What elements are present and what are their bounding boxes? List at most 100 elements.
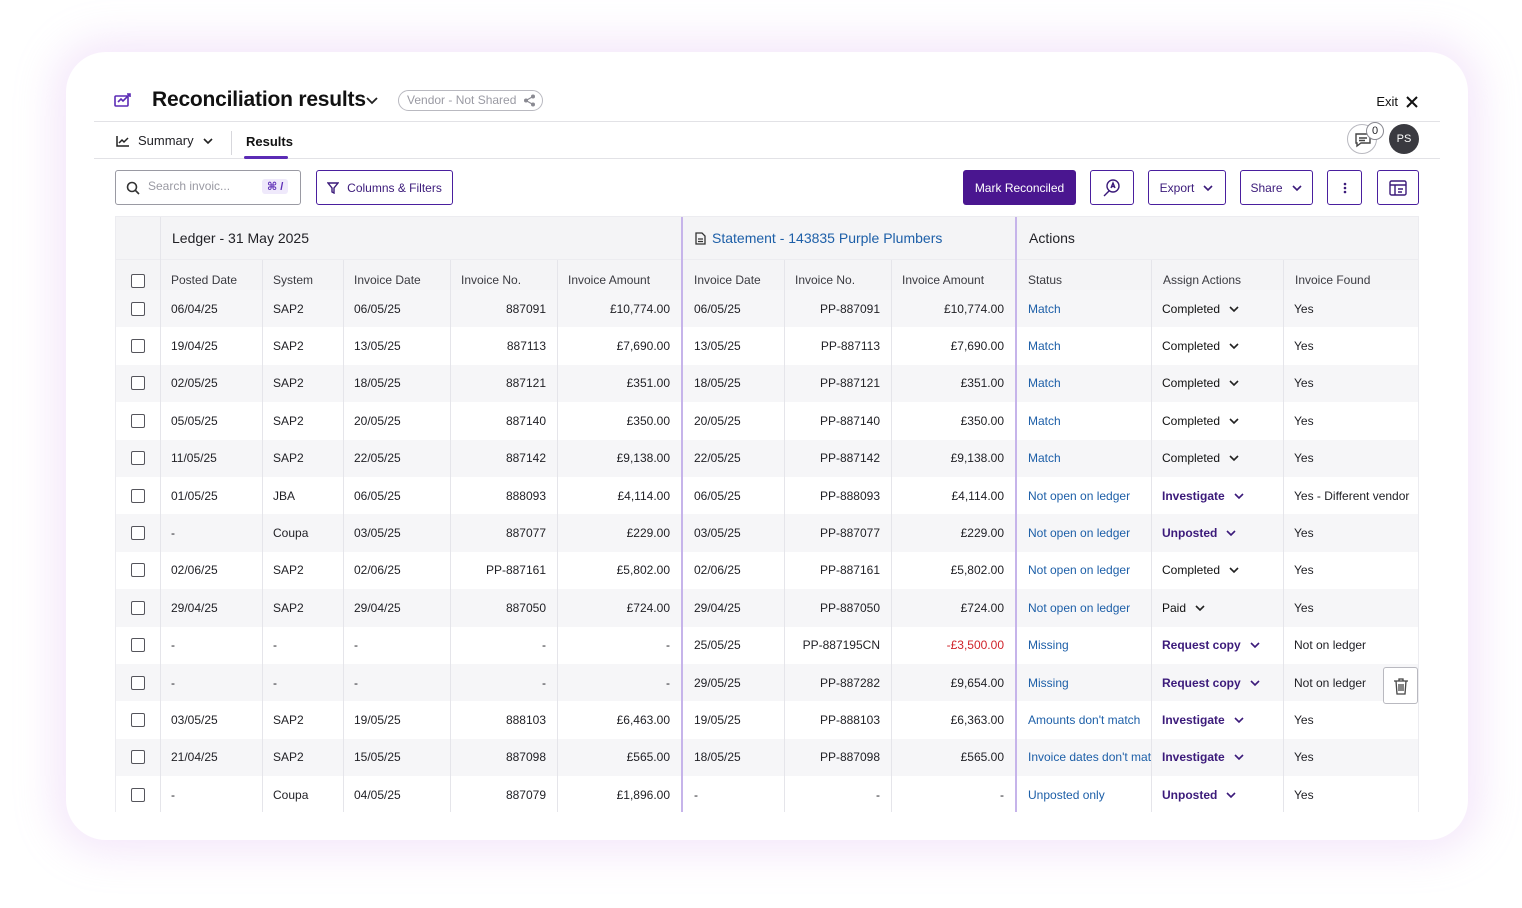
cell-invoice-found-text: Yes: [1294, 713, 1314, 728]
cell-assign-action[interactable]: Completed: [1151, 440, 1283, 477]
cell-status[interactable]: Match: [1017, 402, 1151, 439]
row-select-cell: [116, 589, 160, 626]
export-button[interactable]: Export: [1148, 170, 1226, 205]
cell-ledger-invoice-amount-text: £7,690.00: [616, 339, 670, 354]
cell-status[interactable]: Missing: [1017, 627, 1151, 664]
table-row[interactable]: - - - - - 25/05/25 PP-887195CN -£3,500.00 Missin…: [116, 627, 1418, 664]
row-checkbox[interactable]: [131, 675, 145, 690]
cell-stmt-invoice-amount: £6,363.00: [891, 701, 1015, 738]
more-vertical-icon: [1343, 182, 1346, 193]
chevron-down-icon[interactable]: [364, 92, 380, 108]
table-row[interactable]: 06/04/25 SAP2 06/05/25 887091 £10,774.00 06/0…: [116, 290, 1418, 328]
row-checkbox[interactable]: [131, 301, 145, 316]
cell-assign-action[interactable]: Completed: [1151, 365, 1283, 402]
row-checkbox[interactable]: [131, 713, 145, 728]
cell-invoice-found-text: Yes: [1294, 301, 1314, 316]
row-checkbox[interactable]: [131, 413, 145, 428]
select-all-checkbox[interactable]: [131, 273, 145, 288]
columns-filters-button[interactable]: Columns & Filters: [316, 170, 453, 205]
table-row[interactable]: 21/04/25 SAP2 15/05/25 887098 £565.00 18/05/2…: [116, 738, 1418, 777]
cell-posted-date: 03/05/25: [160, 701, 262, 738]
table-row[interactable]: - - - - - 29/05/25 PP-887282 £9,654.00 Missing Re…: [116, 664, 1418, 702]
cell-assign-action[interactable]: Unposted: [1151, 514, 1283, 551]
cell-status[interactable]: Not open on ledger: [1017, 589, 1151, 626]
chevron-down-icon: [1250, 642, 1260, 649]
row-checkbox[interactable]: [131, 376, 145, 391]
cell-status[interactable]: Not open on ledger: [1017, 514, 1151, 551]
table-row[interactable]: - Coupa 03/05/25 887077 £229.00 03/05/25 PP-88…: [116, 514, 1418, 552]
column-divider: [557, 260, 558, 812]
table-row[interactable]: 29/04/25 SAP2 29/04/25 887050 £724.00 29/04/2…: [116, 589, 1418, 627]
cell-status[interactable]: Match: [1017, 327, 1151, 364]
row-checkbox[interactable]: [131, 638, 145, 653]
row-checkbox[interactable]: [131, 787, 145, 802]
mark-reconciled-button[interactable]: Mark Reconciled: [963, 170, 1076, 205]
ai-assist-button[interactable]: [1090, 170, 1134, 205]
row-select-cell: [116, 701, 160, 738]
cell-ledger-invoice-no-text: 888103: [505, 713, 546, 728]
row-checkbox[interactable]: [131, 600, 145, 615]
cell-assign-action[interactable]: Investigate: [1151, 701, 1283, 738]
cell-ledger-invoice-amount-text: £10,774.00: [609, 301, 670, 316]
cell-assign-action-text: Completed: [1162, 301, 1221, 316]
cell-ledger-invoice-date-text: 20/05/25: [354, 413, 401, 428]
cell-assign-action[interactable]: Paid: [1151, 589, 1283, 626]
table-row[interactable]: 02/06/25 SAP2 02/06/25 PP-887161 £5,802.00 02…: [116, 552, 1418, 589]
cell-assign-action[interactable]: Unposted: [1151, 776, 1283, 812]
cell-ledger-invoice-no-text: 887050: [505, 600, 546, 615]
cell-stmt-invoice-date: 02/06/25: [683, 552, 784, 589]
delete-row-button[interactable]: [1383, 667, 1418, 704]
row-checkbox[interactable]: [131, 526, 145, 541]
table-row[interactable]: 05/05/25 SAP2 20/05/25 887140 £350.00 20/05/2…: [116, 402, 1418, 439]
cell-stmt-invoice-no: PP-887098: [784, 739, 891, 776]
cell-stmt-invoice-no-text: PP-887142: [819, 451, 880, 466]
cell-status[interactable]: Invoice dates don't mat: [1017, 739, 1151, 776]
cell-status[interactable]: Match: [1017, 440, 1151, 477]
cell-status[interactable]: Amounts don't match: [1017, 701, 1151, 738]
cell-status[interactable]: Missing: [1017, 664, 1151, 701]
statement-group-link[interactable]: Statement - 143835 Purple Plumbers: [683, 217, 942, 260]
cell-status[interactable]: Unposted only: [1017, 776, 1151, 812]
table-row[interactable]: 03/05/25 SAP2 19/05/25 888103 £6,463.00 19/05…: [116, 701, 1418, 738]
tab-summary[interactable]: Summary: [116, 133, 214, 148]
row-checkbox[interactable]: [131, 563, 145, 578]
layout-settings-button[interactable]: [1377, 170, 1419, 205]
cell-assign-action[interactable]: Request copy: [1151, 627, 1283, 664]
column-divider: [160, 217, 161, 812]
cell-assign-action[interactable]: Investigate: [1151, 477, 1283, 514]
table-row[interactable]: 01/05/25 JBA 06/05/25 888093 £4,114.00 06/05/…: [116, 477, 1418, 514]
chevron-down-icon: [1229, 380, 1239, 387]
cell-status[interactable]: Match: [1017, 290, 1151, 327]
row-checkbox[interactable]: [131, 488, 145, 503]
cell-status[interactable]: Not open on ledger: [1017, 552, 1151, 589]
cell-assign-action[interactable]: Request copy: [1151, 664, 1283, 701]
cell-status[interactable]: Not open on ledger: [1017, 477, 1151, 514]
row-checkbox[interactable]: [131, 750, 145, 765]
tab-results[interactable]: Results: [246, 134, 293, 149]
cell-ledger-invoice-date: 18/05/25: [343, 365, 450, 402]
cell-assign-action[interactable]: Investigate: [1151, 739, 1283, 776]
cell-assign-action[interactable]: Completed: [1151, 402, 1283, 439]
table-row[interactable]: 11/05/25 SAP2 22/05/25 887142 £9,138.00 22/05…: [116, 439, 1418, 477]
table-row[interactable]: 02/05/25 SAP2 18/05/25 887121 £351.00 18/05/2…: [116, 364, 1418, 403]
cell-ledger-invoice-amount: -: [557, 664, 681, 701]
cell-ledger-invoice-amount-text: £229.00: [626, 526, 670, 541]
table-row[interactable]: - Coupa 04/05/25 887079 £1,896.00 - - - Unposted…: [116, 776, 1418, 812]
cell-ledger-invoice-date: 15/05/25: [343, 739, 450, 776]
row-checkbox[interactable]: [131, 339, 145, 354]
vendor-share-status[interactable]: Vendor - Not Shared: [398, 90, 544, 111]
cell-assign-action[interactable]: Completed: [1151, 327, 1283, 364]
chevron-down-icon: [1234, 717, 1244, 724]
exit-button[interactable]: Exit: [1376, 94, 1418, 109]
cell-assign-action[interactable]: Completed: [1151, 290, 1283, 327]
tab-divider: [231, 131, 232, 155]
cell-assign-action[interactable]: Completed: [1151, 552, 1283, 589]
more-options-button[interactable]: [1327, 170, 1362, 205]
share-button[interactable]: Share: [1240, 170, 1313, 205]
row-checkbox[interactable]: [131, 451, 145, 466]
table-row[interactable]: 19/04/25 SAP2 13/05/25 887113 £7,690.00 13/05…: [116, 327, 1418, 364]
search-input[interactable]: [148, 179, 258, 193]
avatar[interactable]: PS: [1389, 124, 1419, 154]
cell-status[interactable]: Match: [1017, 365, 1151, 402]
cell-stmt-invoice-amount: £5,802.00: [891, 552, 1015, 589]
